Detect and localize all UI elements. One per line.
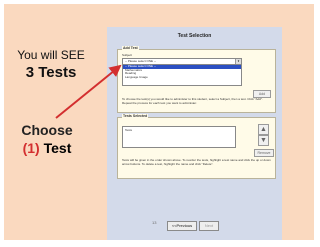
subject-label: Subject (122, 53, 133, 57)
callout-test: Test (43, 140, 72, 156)
subject-options-list[interactable]: -- Please select ONE -- Mathematics Read… (122, 64, 242, 86)
previous-button[interactable]: <<Previous (167, 221, 197, 231)
callout-number: (1) (22, 140, 40, 156)
next-button[interactable]: Next (199, 221, 219, 231)
tests-selected-list[interactable]: Tests (122, 126, 236, 148)
slide-number: 13 (152, 220, 157, 225)
subject-select-value: -- Please select ONE -- (125, 59, 156, 63)
page-title: Test Selection (177, 33, 212, 39)
remove-button[interactable]: Remove (254, 149, 274, 157)
tests-selected-panel: Tests Selected Tests ▲ ▼ Remove Tests wi… (117, 114, 276, 179)
add-test-instructions: To choose the test(s) you would like to … (122, 97, 263, 105)
tests-selected-legend: Tests Selected (122, 114, 149, 118)
add-test-legend: Add Test (122, 46, 139, 50)
callout-choose: Choose (21, 122, 73, 138)
arrow-down-icon[interactable]: ▼ (258, 135, 269, 146)
subject-option[interactable]: Language Usage (123, 75, 241, 80)
test-selection-page: Test Selection Add Test Subject -- Pleas… (107, 27, 282, 240)
callout-one-test: (1) Test (6, 140, 88, 156)
callout-three-tests: 3 Tests (25, 64, 77, 81)
arrow-up-icon[interactable]: ▲ (258, 124, 269, 135)
callout-you-will-see: You will SEE (17, 48, 85, 62)
tests-list-header: Tests (125, 128, 133, 132)
tests-selected-instructions: Tests will be given in the order shown a… (122, 158, 271, 166)
add-test-panel: Add Test Subject -- Please select ONE --… (117, 46, 276, 113)
